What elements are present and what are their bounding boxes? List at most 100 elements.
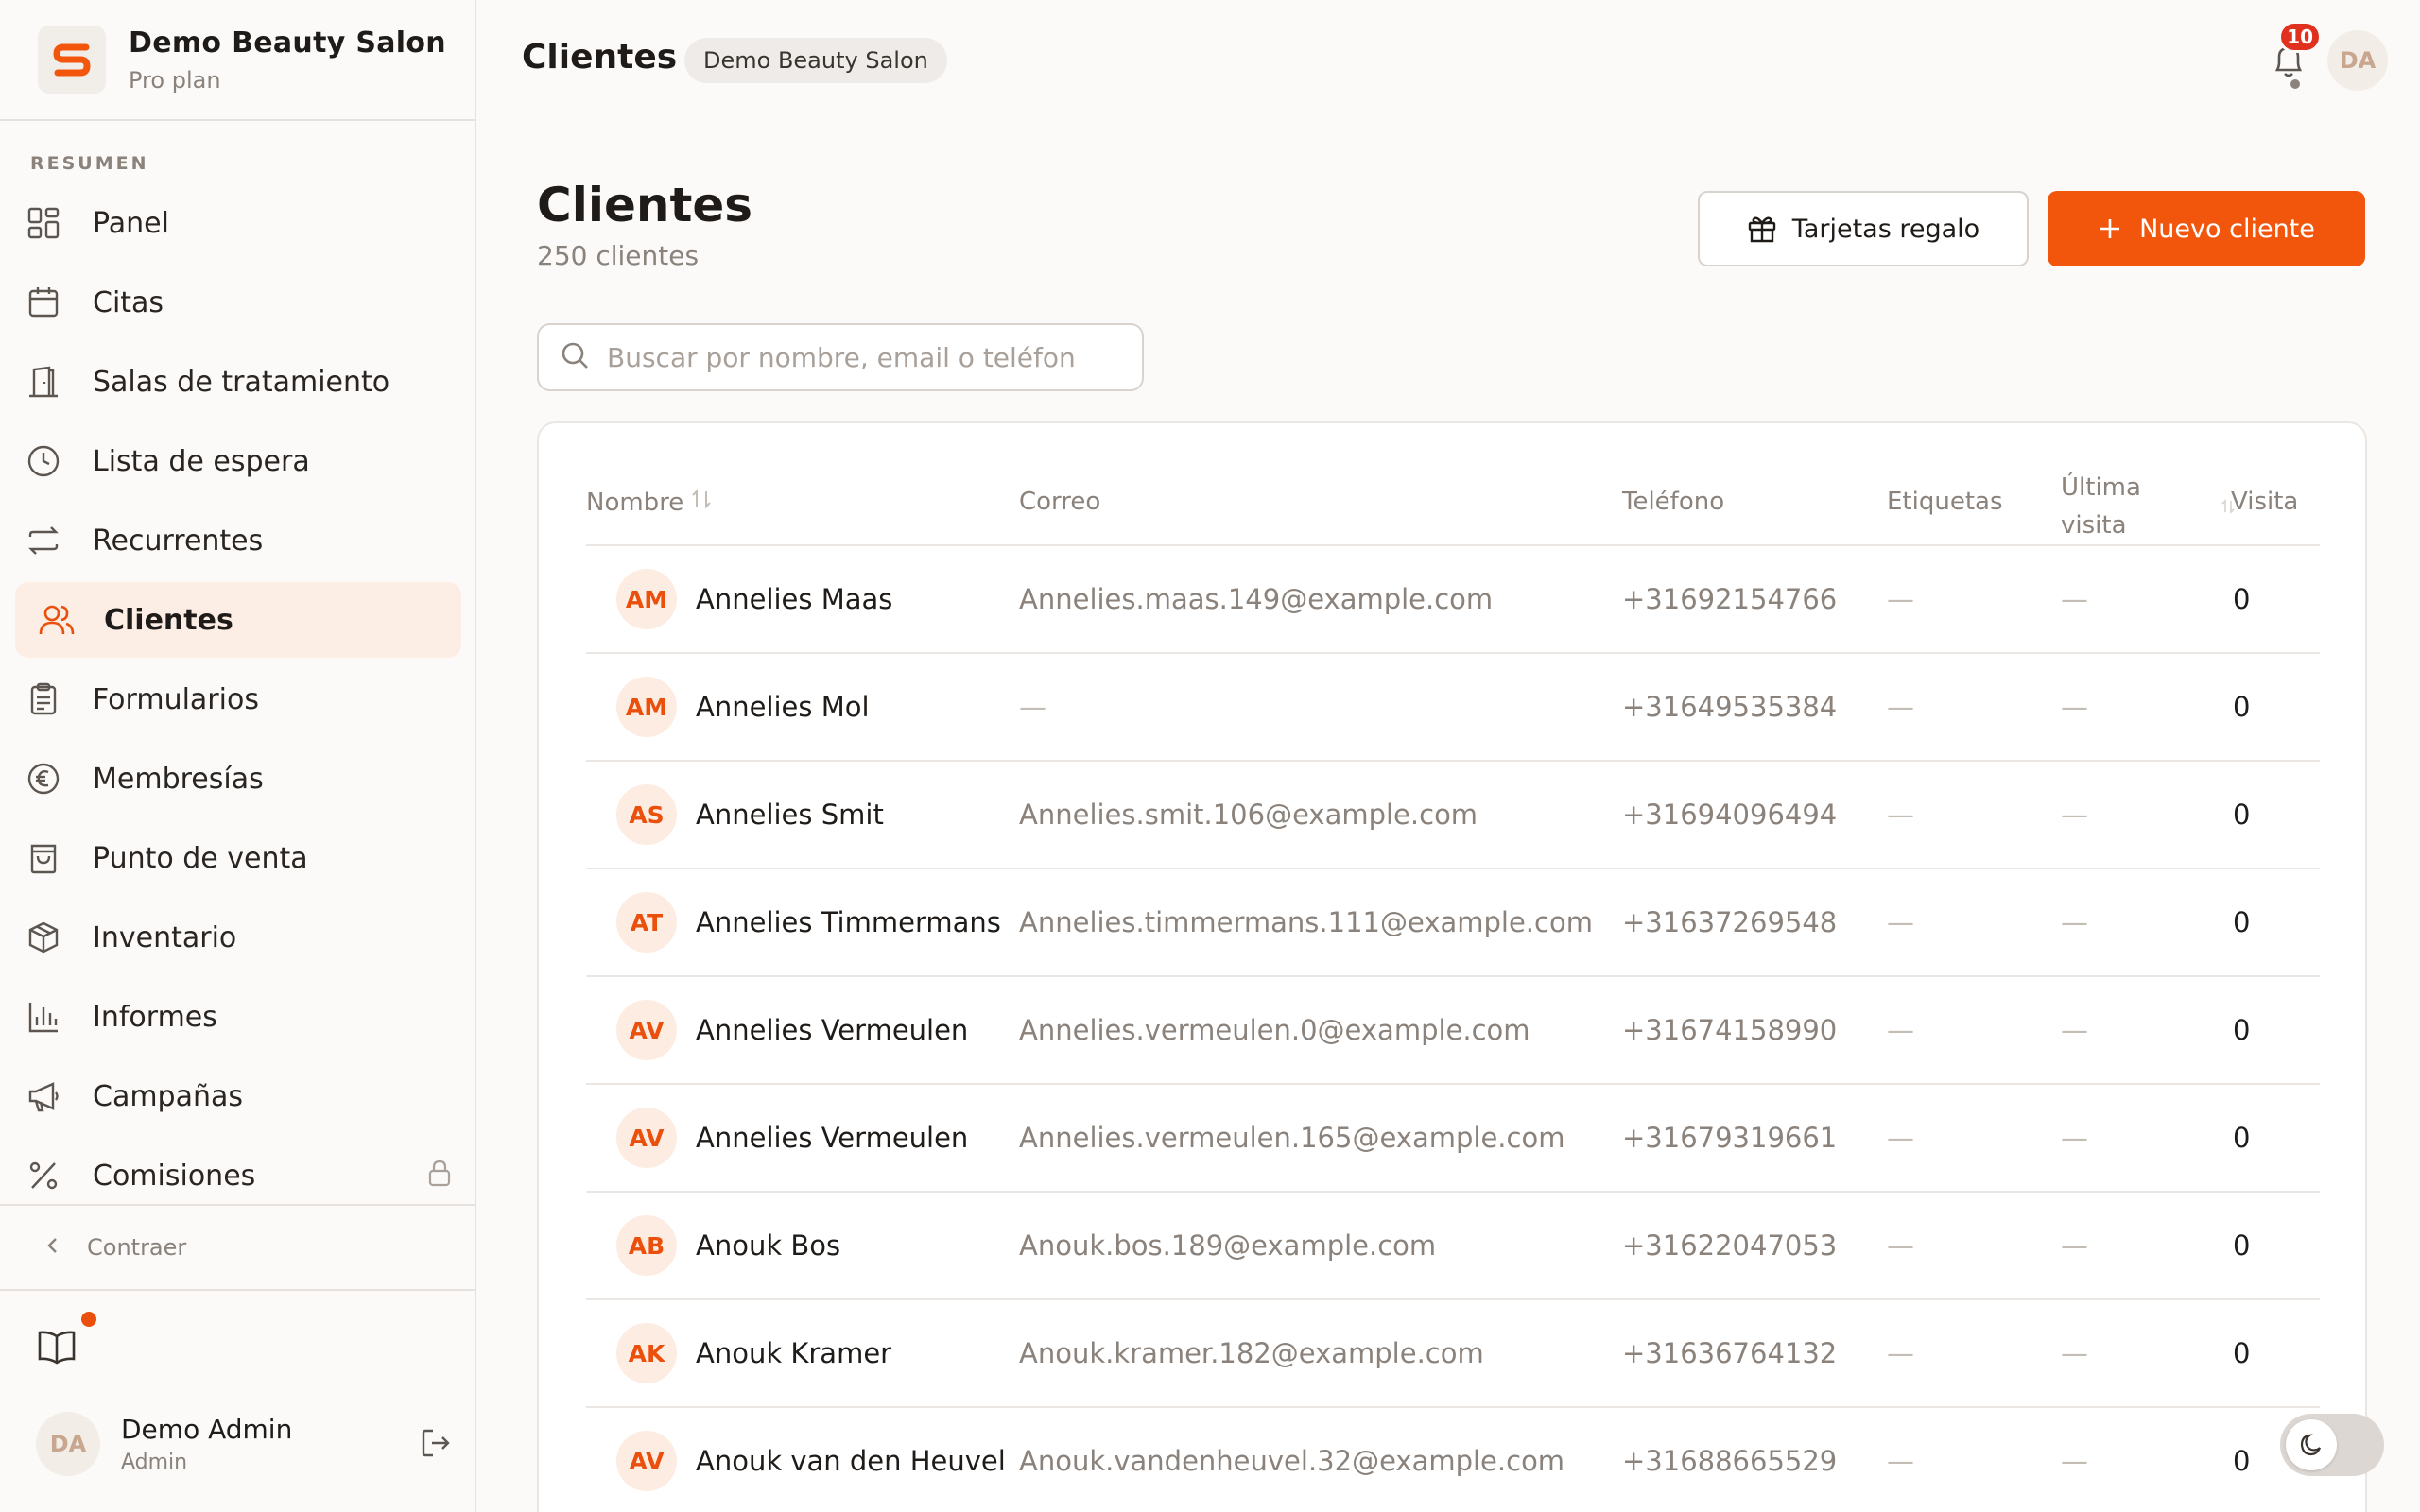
column-header-email[interactable]: Correo (1019, 488, 1100, 516)
client-last-visit: — (2061, 799, 2088, 831)
user-role: Admin (121, 1451, 188, 1474)
repeat-icon (25, 522, 62, 559)
sidebar-item-punto-venta[interactable]: Punto de venta (15, 820, 461, 896)
brand-header[interactable]: Demo Beauty Salon Pro plan (0, 0, 475, 121)
client-tags: — (1887, 799, 1914, 831)
table-row[interactable]: AS Annelies Smit Annelies.smit.106@exampl… (586, 762, 2320, 869)
new-client-button[interactable]: Nuevo cliente (2048, 191, 2365, 266)
theme-toggle[interactable] (2280, 1414, 2384, 1476)
sidebar-item-informes[interactable]: Informes (15, 979, 461, 1055)
clients-table: Nombre Correo Teléfono Etiquetas Última … (537, 421, 2367, 1512)
client-phone: +31622047053 (1622, 1229, 1838, 1262)
sidebar-item-label: Clientes (104, 603, 233, 637)
calendar-icon (25, 284, 62, 321)
client-last-visit: — (2061, 583, 2088, 615)
sidebar-item-citas[interactable]: Citas (15, 265, 461, 340)
client-tags: — (1887, 1337, 1914, 1369)
salon-badge[interactable]: Demo Beauty Salon (684, 38, 947, 83)
sidebar-item-recurrentes[interactable]: Recurrentes (15, 503, 461, 578)
client-email: — (1019, 691, 1046, 723)
sidebar-item-label: Panel (93, 206, 169, 240)
column-header-label: visita (2061, 511, 2127, 540)
sidebar-item-label: Salas de tratamiento (93, 365, 390, 399)
avatar: AV (616, 1431, 677, 1491)
client-name: Anouk van den Heuvel (696, 1445, 1006, 1477)
client-name: Anouk Kramer (696, 1337, 892, 1369)
sidebar-nav: Panel Citas Salas de tratamiento Lista d… (15, 185, 461, 1217)
sidebar-item-formularios[interactable]: Formularios (15, 662, 461, 737)
client-phone: +31692154766 (1622, 583, 1838, 615)
users-icon (38, 601, 76, 639)
table-row[interactable]: AV Anouk van den Heuvel Anouk.vandenheuve… (586, 1408, 2320, 1512)
client-last-visit: — (2061, 1014, 2088, 1046)
sidebar-item-inventario[interactable]: Inventario (15, 900, 461, 975)
avatar: AT (616, 892, 677, 953)
client-phone: +31649535384 (1622, 691, 1838, 723)
table-row[interactable]: AM Annelies Maas Annelies.maas.149@exampl… (586, 546, 2320, 654)
client-tags: — (1887, 691, 1914, 723)
client-phone: +31694096494 (1622, 799, 1838, 831)
column-header-label: Nombre (586, 488, 684, 517)
client-phone: +31688665529 (1622, 1445, 1838, 1477)
table-row[interactable]: AV Annelies Vermeulen Annelies.vermeulen.… (586, 977, 2320, 1085)
table-row[interactable]: AB Anouk Bos Anouk.bos.189@example.com +3… (586, 1193, 2320, 1300)
sidebar-item-label: Recurrentes (93, 524, 264, 558)
sidebar-item-membresias[interactable]: Membresías (15, 741, 461, 816)
table-row[interactable]: AM Annelies Mol — +31649535384 — — 0 (586, 654, 2320, 762)
sidebar-item-salas[interactable]: Salas de tratamiento (15, 344, 461, 420)
client-name: Annelies Mol (696, 691, 870, 723)
sidebar-item-label: Formularios (93, 682, 259, 716)
sidebar-item-campanas[interactable]: Campañas (15, 1058, 461, 1134)
client-last-visit: — (2061, 1229, 2088, 1262)
moon-icon (2286, 1419, 2337, 1470)
client-last-visit: — (2061, 906, 2088, 938)
client-name: Annelies Smit (696, 799, 884, 831)
client-visits: 0 (2233, 1122, 2251, 1154)
client-visits: 0 (2233, 1229, 2251, 1262)
column-header-last-visit[interactable]: Última visita (2061, 469, 2141, 544)
client-count: 250 clientes (537, 240, 700, 271)
column-header-visits[interactable]: Visita (2231, 488, 2320, 516)
search-input[interactable] (607, 341, 1136, 373)
sidebar-item-label: Campañas (93, 1079, 244, 1113)
sidebar-item-panel[interactable]: Panel (15, 185, 461, 261)
avatar: AB (616, 1215, 677, 1276)
client-email: Anouk.vandenheuvel.32@example.com (1019, 1445, 1565, 1477)
sidebar-item-lista-espera[interactable]: Lista de espera (15, 423, 461, 499)
bag-icon (25, 839, 62, 877)
logout-icon[interactable] (420, 1427, 452, 1463)
sidebar-item-comisiones[interactable]: Comisiones (15, 1138, 461, 1213)
gift-cards-button[interactable]: Tarjetas regalo (1698, 191, 2029, 266)
column-header-phone[interactable]: Teléfono (1622, 488, 1724, 516)
client-phone: +31637269548 (1622, 906, 1838, 938)
table-header: Nombre Correo Teléfono Etiquetas Última … (586, 423, 2320, 546)
table-row[interactable]: AK Anouk Kramer Anouk.kramer.182@example.… (586, 1300, 2320, 1408)
client-tags: — (1887, 1122, 1914, 1154)
avatar[interactable]: DA (2327, 30, 2388, 91)
gift-icon (1747, 214, 1777, 244)
clock-icon (25, 442, 62, 480)
client-tags: — (1887, 1014, 1914, 1046)
book-icon[interactable] (36, 1329, 78, 1370)
client-visits: 0 (2233, 1337, 2251, 1369)
column-header-tags[interactable]: Etiquetas (1887, 488, 2003, 516)
user-name: Demo Admin (121, 1414, 293, 1445)
avatar: DA (36, 1412, 100, 1476)
client-email: Annelies.smit.106@example.com (1019, 799, 1478, 831)
user-profile[interactable]: DA Demo Admin Admin (36, 1410, 452, 1478)
table-row[interactable]: AT Annelies Timmermans Annelies.timmerman… (586, 869, 2320, 977)
search-box[interactable] (537, 323, 1144, 391)
client-last-visit: — (2061, 691, 2088, 723)
client-email: Annelies.vermeulen.0@example.com (1019, 1014, 1530, 1046)
brand-plan: Pro plan (129, 66, 221, 94)
client-name: Annelies Vermeulen (696, 1014, 969, 1046)
lock-icon (427, 1159, 452, 1191)
status-dot (2290, 79, 2300, 89)
column-header-name[interactable]: Nombre (586, 488, 712, 517)
gift-cards-label: Tarjetas regalo (1791, 214, 1980, 244)
collapse-button[interactable]: Contraer (0, 1204, 475, 1291)
sidebar-item-clientes[interactable]: Clientes (15, 582, 461, 658)
table-row[interactable]: AV Annelies Vermeulen Annelies.vermeulen.… (586, 1085, 2320, 1193)
sidebar-item-label: Informes (93, 1000, 217, 1034)
sidebar-item-label: Punto de venta (93, 841, 308, 875)
